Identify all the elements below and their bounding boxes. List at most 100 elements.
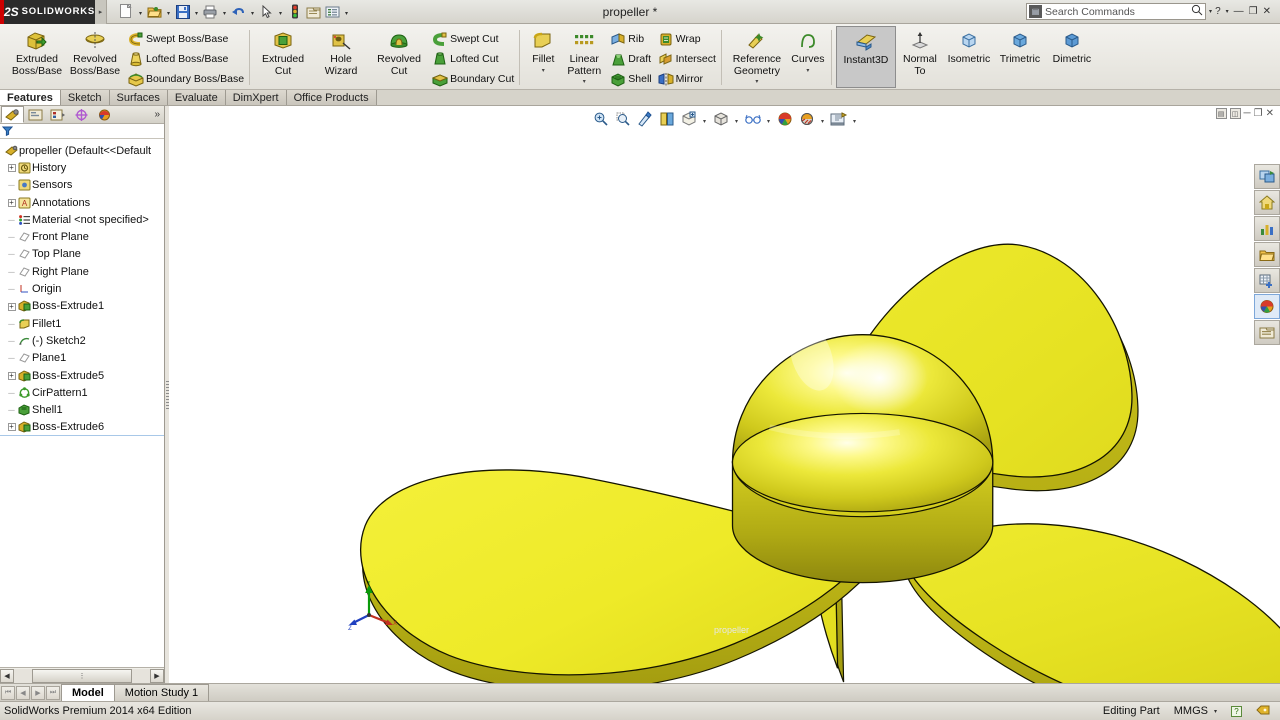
- options-icon[interactable]: [323, 2, 342, 22]
- curves-button[interactable]: Curves ▾: [788, 26, 828, 74]
- scrollbar-thumb[interactable]: ⋮: [32, 668, 132, 683]
- save-document-icon[interactable]: [173, 2, 192, 22]
- tree-item-boss-extrude1[interactable]: + Boss-Extrude1: [0, 298, 164, 315]
- intersect-button[interactable]: Intersect: [654, 49, 718, 69]
- tab-dimxpert[interactable]: DimXpert: [225, 90, 287, 105]
- configuration-manager-tab[interactable]: [47, 106, 70, 123]
- hole-wizard-button[interactable]: Hole Wizard: [312, 26, 370, 77]
- scroll-left-button[interactable]: ◀: [0, 668, 14, 683]
- close-button[interactable]: ✕: [1263, 6, 1271, 17]
- lofted-cut-button[interactable]: Lofted Cut: [428, 49, 516, 69]
- display-style-dropdown-icon[interactable]: ▾: [733, 110, 741, 128]
- tab-features[interactable]: Features: [0, 90, 61, 105]
- help-dropdown-icon[interactable]: ▾: [1226, 8, 1229, 15]
- display-manager-tab[interactable]: [93, 106, 116, 123]
- tree-horizontal-scrollbar[interactable]: ◀ ⋮ ▶: [0, 667, 164, 683]
- swept-cut-button[interactable]: Swept Cut: [428, 29, 516, 49]
- undo-dropdown-icon[interactable]: ▾: [248, 2, 257, 22]
- section-view-icon[interactable]: [657, 109, 677, 129]
- save-document-dropdown-icon[interactable]: ▾: [192, 2, 201, 22]
- open-document-icon[interactable]: [145, 2, 164, 22]
- curves-dropdown-icon[interactable]: ▾: [806, 67, 809, 74]
- expand-icon[interactable]: +: [6, 422, 17, 432]
- fillet-button[interactable]: Fillet ▾: [524, 26, 562, 74]
- previous-view-icon[interactable]: [635, 109, 655, 129]
- tree-item-history[interactable]: + History: [0, 159, 164, 176]
- undo-icon[interactable]: [229, 2, 248, 22]
- tree-item-plane1[interactable]: ─ Plane1: [0, 350, 164, 367]
- open-document-dropdown-icon[interactable]: ▾: [164, 2, 173, 22]
- file-properties-icon[interactable]: [304, 2, 323, 22]
- custom-properties-button[interactable]: [1254, 320, 1280, 345]
- view-settings-dropdown-icon[interactable]: ▾: [819, 110, 827, 128]
- options-dropdown-icon[interactable]: ▾: [342, 2, 351, 22]
- magnifier-icon[interactable]: [1191, 4, 1203, 19]
- tree-item-shell1[interactable]: ─ Shell1: [0, 401, 164, 418]
- tree-item-boss-extrude6[interactable]: + Boss-Extrude6: [0, 419, 164, 437]
- status-help-icon[interactable]: ?: [1231, 705, 1242, 717]
- quick-access-expand-icon[interactable]: ▸: [95, 0, 107, 24]
- print-dropdown-icon[interactable]: ▾: [220, 2, 229, 22]
- wrap-button[interactable]: Wrap: [654, 29, 718, 49]
- reference-geometry-button[interactable]: Reference Geometry ▾: [726, 26, 788, 85]
- zoom-to-area-icon[interactable]: [613, 109, 633, 129]
- last-tab-button[interactable]: ⏭: [46, 685, 60, 700]
- expand-icon[interactable]: +: [6, 163, 17, 173]
- scrollbar-track[interactable]: ⋮: [14, 668, 150, 683]
- tree-item-annotations[interactable]: + A Annotations: [0, 194, 164, 211]
- home-button[interactable]: [1254, 190, 1280, 215]
- tab-sketch[interactable]: Sketch: [60, 90, 110, 105]
- tab-surfaces[interactable]: Surfaces: [109, 90, 168, 105]
- next-tab-button[interactable]: ▶: [31, 685, 45, 700]
- file-explorer-button[interactable]: [1254, 242, 1280, 267]
- linear-pattern-dropdown-icon[interactable]: ▾: [583, 78, 586, 85]
- tile-vertical-icon[interactable]: ◫: [1229, 108, 1241, 119]
- revolved-boss-base-button[interactable]: Revolved Boss/Base: [66, 26, 124, 77]
- apply-scene-icon[interactable]: [775, 109, 795, 129]
- tree-filter-bar[interactable]: [0, 124, 164, 139]
- scroll-right-button[interactable]: ▶: [150, 668, 164, 683]
- isometric-button[interactable]: Isometric: [944, 26, 994, 66]
- graphics-minimize-button[interactable]: ─: [1244, 108, 1251, 119]
- swept-boss-base-button[interactable]: Swept Boss/Base: [124, 29, 246, 49]
- mirror-button[interactable]: Mirror: [654, 69, 718, 89]
- search-dropdown-icon[interactable]: ▾: [1209, 8, 1212, 15]
- dimetric-button[interactable]: Dimetric: [1046, 26, 1098, 66]
- feature-manager-tab[interactable]: [1, 106, 24, 123]
- boundary-boss-base-button[interactable]: Boundary Boss/Base: [124, 69, 246, 89]
- shell-button[interactable]: Shell: [606, 69, 653, 89]
- property-manager-tab[interactable]: [24, 106, 47, 123]
- draft-button[interactable]: Draft: [606, 49, 653, 69]
- dimxpert-manager-tab[interactable]: [70, 106, 93, 123]
- rib-button[interactable]: Rib: [606, 29, 653, 49]
- hide-show-dropdown-icon[interactable]: ▾: [765, 110, 773, 128]
- normal-to-button[interactable]: Normal To: [896, 26, 944, 77]
- tab-office-products[interactable]: Office Products: [286, 90, 377, 105]
- view-palette-button[interactable]: [1254, 164, 1280, 189]
- revolved-cut-button[interactable]: Revolved Cut: [370, 26, 428, 77]
- view-orientation-dropdown-icon[interactable]: ▾: [701, 110, 709, 128]
- print-document-icon[interactable]: [201, 2, 220, 22]
- new-document-dropdown-icon[interactable]: ▾: [136, 2, 145, 22]
- first-tab-button[interactable]: ⏮: [1, 685, 15, 700]
- new-document-icon[interactable]: [117, 2, 136, 22]
- tree-item-cirpattern1[interactable]: ─ CirPattern1: [0, 384, 164, 401]
- restore-button[interactable]: ❐: [1249, 6, 1258, 17]
- design-library-button[interactable]: [1254, 216, 1280, 241]
- lofted-boss-base-button[interactable]: Lofted Boss/Base: [124, 49, 246, 69]
- extruded-boss-base-button[interactable]: Extruded Boss/Base: [8, 26, 66, 77]
- tab-model[interactable]: Model: [61, 684, 115, 701]
- tree-item-origin[interactable]: ─ Origin: [0, 280, 164, 297]
- boundary-cut-button[interactable]: Boundary Cut: [428, 69, 516, 89]
- graphics-restore-button[interactable]: ❐: [1254, 108, 1263, 119]
- instant3d-button[interactable]: Instant3D: [835, 26, 896, 88]
- expand-icon[interactable]: +: [6, 302, 17, 311]
- tree-item-sketch2[interactable]: ─ (-) Sketch2: [0, 332, 164, 349]
- panel-more-icon[interactable]: »: [154, 109, 164, 120]
- tree-item-sensors[interactable]: ─ Sensors: [0, 177, 164, 194]
- status-tag-icon[interactable]: [1256, 704, 1270, 719]
- graphics-close-button[interactable]: ✕: [1266, 108, 1274, 119]
- model-canvas[interactable]: Y X Z propeller: [169, 132, 1280, 683]
- tree-root-node[interactable]: propeller (Default<<Default: [0, 142, 164, 159]
- linear-pattern-button[interactable]: Linear Pattern ▾: [562, 26, 606, 85]
